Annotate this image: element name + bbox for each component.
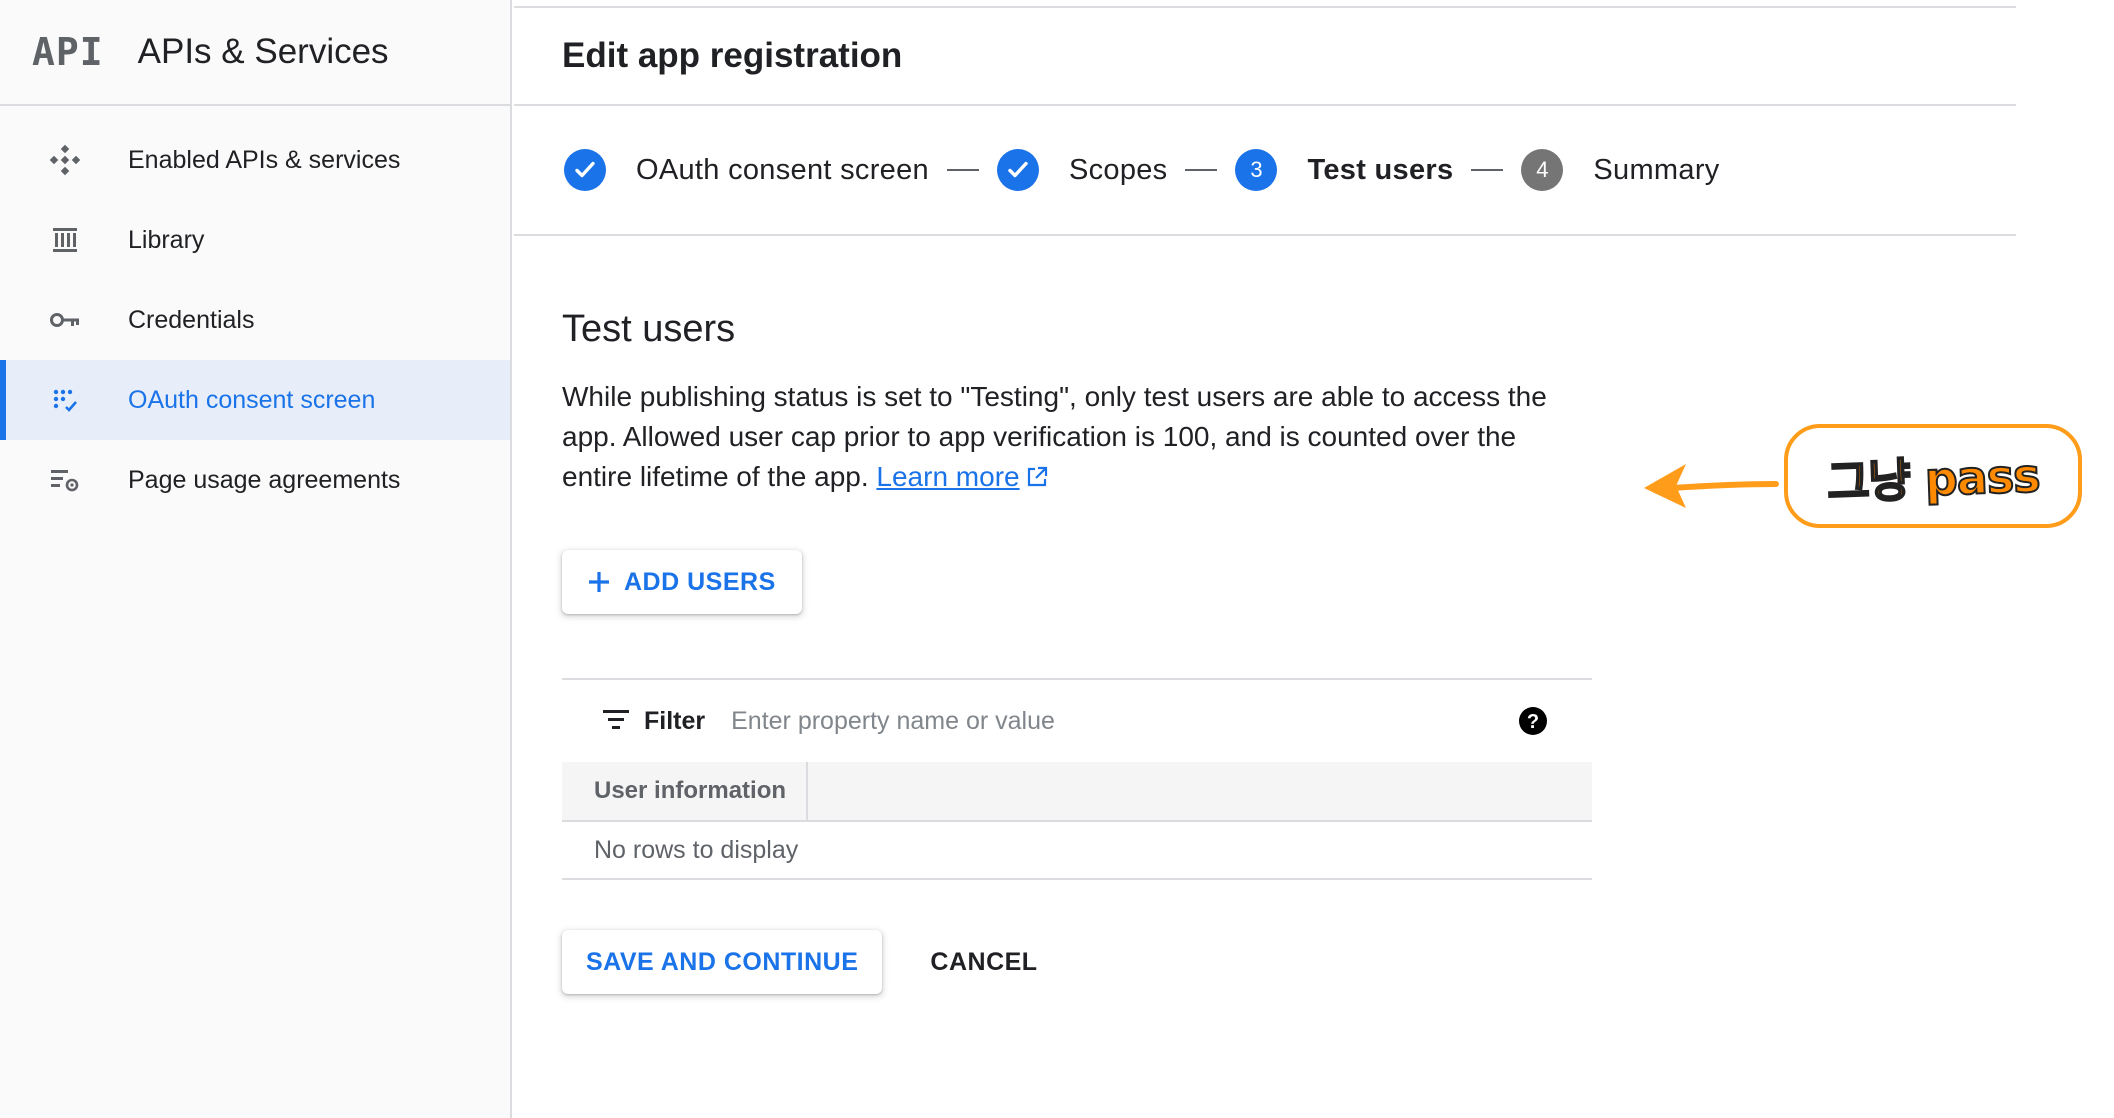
annotation-text: 그냥 pass: [1825, 447, 2041, 510]
cancel-button[interactable]: CANCEL: [906, 930, 1061, 994]
library-icon: [48, 223, 82, 257]
main-panel: Edit app registration OAuth consent scre…: [514, 0, 2016, 1118]
step-label: Test users: [1307, 153, 1454, 186]
stepper: OAuth consent screen Scopes 3 Test users…: [514, 106, 2016, 236]
help-icon[interactable]: ?: [1518, 706, 1548, 741]
sidebar-item-label: Enabled APIs & services: [128, 145, 401, 174]
page-usage-icon: [48, 463, 82, 497]
column-header-empty: [808, 762, 840, 820]
column-header-user-information[interactable]: User information: [562, 762, 808, 820]
oauth-consent-icon: [48, 383, 82, 417]
learn-more-link[interactable]: Learn more: [876, 461, 1047, 492]
sidebar-nav: Enabled APIs & services Library Credenti…: [0, 120, 510, 520]
step-label: Scopes: [1068, 153, 1168, 186]
step-divider: [1471, 169, 1504, 171]
learn-more-label: Learn more: [876, 461, 1020, 492]
filter-icon: [602, 707, 630, 736]
annotation-arrow-icon: [1642, 456, 1780, 517]
step-label: Summary: [1593, 153, 1720, 186]
step-test-users[interactable]: 3 Test users: [1235, 149, 1453, 191]
save-and-continue-button[interactable]: SAVE AND CONTINUE: [562, 930, 883, 994]
step-scopes[interactable]: Scopes: [996, 149, 1168, 191]
check-icon: [564, 149, 606, 191]
description-text: While publishing status is set to "Testi…: [562, 381, 1547, 492]
step-number-badge: 4: [1521, 149, 1564, 191]
main-header: Edit app registration: [514, 8, 2016, 106]
annotation-bubble: 그냥 pass: [1784, 424, 2082, 528]
filter-input[interactable]: [731, 706, 1492, 736]
filter-label: Filter: [644, 706, 706, 735]
plus-icon: [586, 569, 612, 595]
add-users-button[interactable]: ADD USERS: [562, 550, 802, 614]
sidebar-item-label: Credentials: [128, 305, 255, 334]
page-title: Edit app registration: [562, 36, 903, 75]
sidebar-item-oauth-consent-screen[interactable]: OAuth consent screen: [0, 360, 510, 440]
page: API APIs & Services Enabled APIs & servi…: [0, 0, 2114, 1118]
empty-table-message: No rows to display: [562, 822, 1592, 880]
step-number-badge: 3: [1235, 149, 1278, 191]
external-link-icon: [1026, 459, 1048, 499]
step-divider: [946, 169, 979, 171]
sidebar-header: API APIs & Services: [0, 0, 510, 106]
sidebar-item-credentials[interactable]: Credentials: [0, 280, 510, 360]
sidebar-item-label: Page usage agreements: [128, 465, 401, 494]
filter-bar: Filter ?: [562, 680, 1592, 762]
sidebar-item-enabled-apis[interactable]: Enabled APIs & services: [0, 120, 510, 200]
enabled-apis-icon: [48, 143, 82, 177]
key-icon: [48, 303, 82, 337]
sidebar: API APIs & Services Enabled APIs & servi…: [0, 0, 512, 1118]
form-actions: SAVE AND CONTINUE CANCEL: [562, 930, 1062, 994]
sidebar-item-label: Library: [128, 225, 205, 254]
section-title: Test users: [562, 308, 736, 350]
step-summary[interactable]: 4 Summary: [1521, 149, 1719, 191]
check-icon: [996, 149, 1039, 191]
product-title[interactable]: APIs & Services: [138, 32, 389, 72]
table-header: User information: [562, 762, 1592, 822]
step-oauth-consent-screen[interactable]: OAuth consent screen: [564, 149, 929, 191]
test-users-description: While publishing status is set to "Testi…: [562, 377, 1562, 499]
svg-text:?: ?: [1527, 711, 1539, 733]
step-label: OAuth consent screen: [636, 153, 929, 186]
sidebar-item-label: OAuth consent screen: [128, 385, 376, 414]
sidebar-item-library[interactable]: Library: [0, 200, 510, 280]
sidebar-item-page-usage-agreements[interactable]: Page usage agreements: [0, 440, 510, 520]
add-users-label: ADD USERS: [624, 567, 776, 596]
step-divider: [1185, 169, 1218, 171]
api-logo: API: [32, 30, 104, 74]
test-users-section: Test users While publishing status is se…: [562, 236, 1592, 994]
test-users-table: Filter ? User information No rows to dis…: [562, 678, 1592, 880]
